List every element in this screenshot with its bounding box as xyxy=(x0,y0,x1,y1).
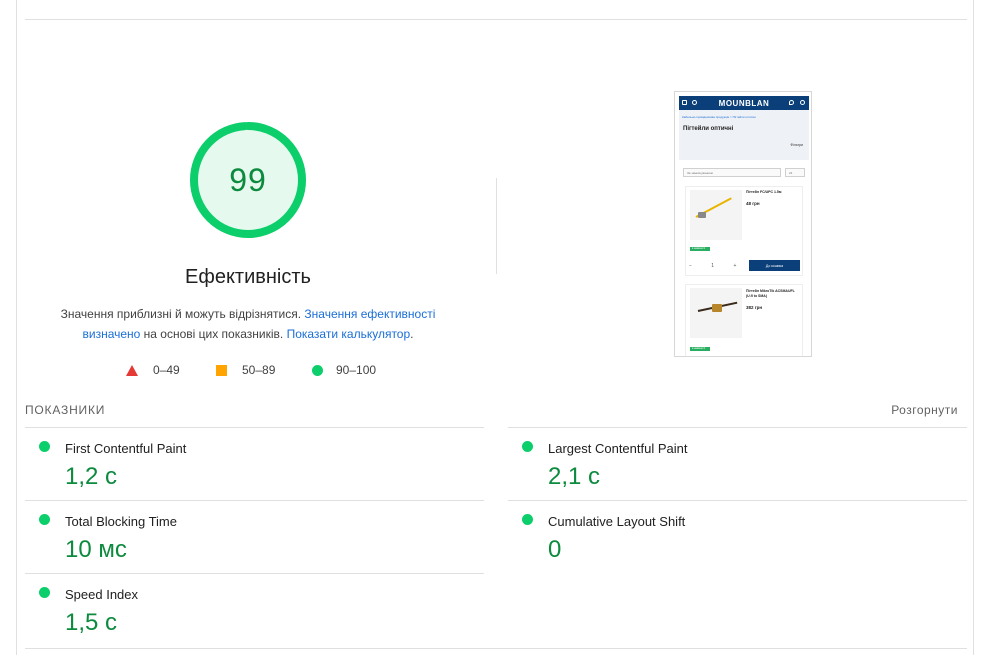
metric-name: Largest Contentful Paint xyxy=(548,441,688,456)
thumb-product-image xyxy=(690,288,742,338)
note-suffix: . xyxy=(410,327,414,341)
thumb-title-band: Кабельно-провідникова продукція > Пігтей… xyxy=(679,110,809,160)
thumb-product-price: 382 грн xyxy=(746,305,763,310)
thumb-sort-select: За замовчуванням xyxy=(683,168,781,177)
thumb-stock-badge: в наявності xyxy=(690,347,710,351)
gauge-score: 99 xyxy=(229,161,267,198)
thumb-product-name: Пігтейл FC/UPC 1.5м xyxy=(746,190,782,194)
performance-gauge: 99 xyxy=(188,120,308,240)
score-note: Значення приблизні й можуть відрізнятися… xyxy=(48,304,448,344)
pass-circle-icon xyxy=(39,514,50,525)
metric-value: 1,5 с xyxy=(65,609,118,636)
pass-circle-icon xyxy=(312,364,323,376)
metrics-divider xyxy=(25,648,967,649)
category-title: Ефективність xyxy=(185,266,311,288)
top-divider xyxy=(25,19,967,20)
note-middle: на основі цих показників. xyxy=(140,327,287,341)
vertical-divider xyxy=(496,178,497,274)
thumb-product-price: 48 грн xyxy=(746,201,760,206)
thumb-perpage-select: 24 xyxy=(785,168,805,177)
thumb-product-card: Пігтейл MikroTik ACSMAUFL (U.fl to SMA) … xyxy=(685,284,803,356)
metric-name: First Contentful Paint xyxy=(65,441,187,456)
pass-circle-icon xyxy=(522,441,533,452)
metric-name: Speed Index xyxy=(65,587,139,602)
fail-triangle-icon xyxy=(126,364,138,376)
legend-average-label: 50–89 xyxy=(242,363,276,377)
legend-average: 50–89 xyxy=(216,363,275,377)
legend-pass-label: 90–100 xyxy=(336,363,377,377)
pass-circle-icon xyxy=(522,514,533,525)
note-prefix: Значення приблизні й можуть відрізнятися… xyxy=(60,307,305,321)
pass-circle-icon xyxy=(39,587,50,598)
location-icon xyxy=(789,100,794,105)
metric-value: 0 xyxy=(548,536,562,563)
metric-cumulative-layout-shift: Cumulative Layout Shift 0 xyxy=(508,500,968,570)
metric-value: 2,1 с xyxy=(548,463,601,490)
thumb-product-name: Пігтейл MikroTik ACSMAUFL (U.fl to SMA) xyxy=(746,289,795,298)
metric-total-blocking-time: Total Blocking Time 10 мс xyxy=(25,500,485,570)
thumb-qty-stepper: − 1 + xyxy=(689,263,746,269)
page-screenshot-thumbnail[interactable]: MOUNBLAN Кабельно-провідникова продукція… xyxy=(674,91,812,357)
thumb-product-image xyxy=(690,190,742,240)
user-icon xyxy=(800,100,805,105)
thumb-buy-button: До кошика xyxy=(749,260,800,271)
legend-pass: 90–100 xyxy=(312,363,376,377)
metric-name: Cumulative Layout Shift xyxy=(548,514,686,529)
thumb-filter: Фільтри xyxy=(790,143,803,147)
legend-fail-label: 0–49 xyxy=(153,363,180,377)
metric-name: Total Blocking Time xyxy=(65,514,177,529)
pass-circle-icon xyxy=(39,441,50,452)
metrics-heading: ПОКАЗНИКИ xyxy=(25,403,106,417)
average-square-icon xyxy=(216,364,227,376)
metric-value: 10 мс xyxy=(65,536,127,563)
thumb-stock-badge: в наявності xyxy=(690,247,710,251)
thumb-breadcrumb: Кабельно-провідникова продукція > Пігтей… xyxy=(682,115,756,119)
calculator-link[interactable]: Показати калькулятор xyxy=(287,327,411,341)
metric-speed-index: Speed Index 1,5 с xyxy=(25,573,485,643)
thumb-page-title: Пігтейли оптичні xyxy=(683,126,734,132)
metric-value: 1,2 с xyxy=(65,463,118,490)
thumb-header: MOUNBLAN xyxy=(679,96,809,110)
metric-first-contentful-paint: First Contentful Paint 1,2 с xyxy=(25,427,485,497)
metric-largest-contentful-paint: Largest Contentful Paint 2,1 с xyxy=(508,427,968,497)
expand-toggle[interactable]: Розгорнути xyxy=(891,403,958,417)
legend-fail: 0–49 xyxy=(126,363,180,377)
